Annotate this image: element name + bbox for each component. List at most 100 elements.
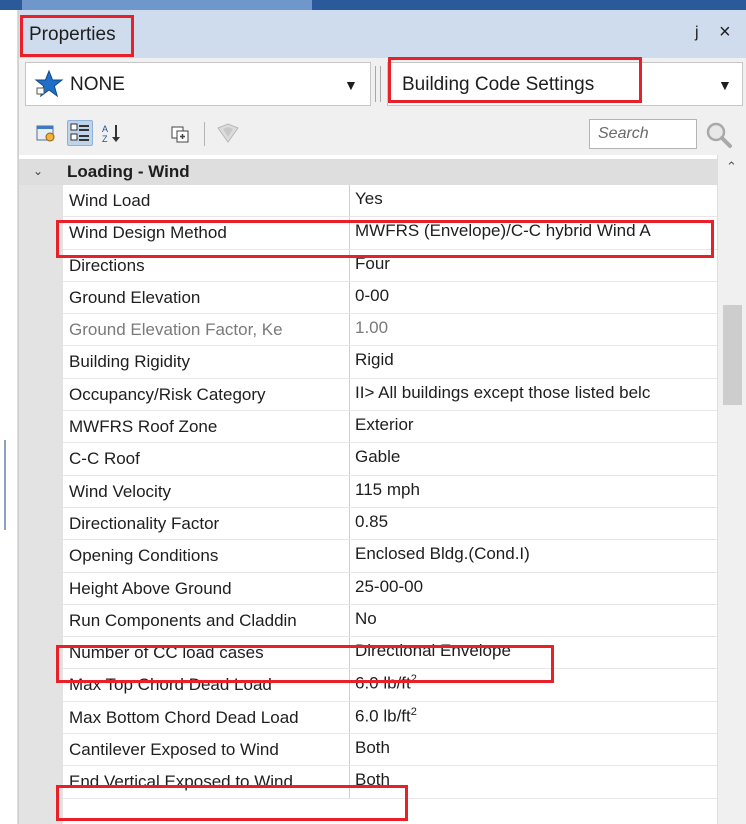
property-row[interactable]: C-C Roof Gable (63, 443, 717, 476)
splitter-grip[interactable] (375, 66, 381, 102)
property-row[interactable]: Opening Conditions Enclosed Bldg.(Cond.I) (63, 540, 717, 573)
property-row[interactable]: Max Top Chord Dead Load 6.0 lb/ft2 (63, 669, 717, 702)
property-value[interactable]: MWFRS (Envelope)/C-C hybrid Wind A (355, 221, 715, 241)
chevron-down-icon[interactable]: ▼ (718, 77, 732, 93)
property-row[interactable]: Ground Elevation Factor, Ke 1.00 (63, 314, 717, 347)
properties-toolbar: A Z (19, 110, 746, 152)
property-value[interactable]: Enclosed Bldg.(Cond.I) (355, 544, 715, 564)
search-field[interactable] (589, 119, 697, 149)
property-row[interactable]: Run Components and Claddin No (63, 604, 717, 638)
property-value[interactable]: 1.00 (355, 318, 715, 338)
column-divider[interactable] (349, 217, 350, 249)
object-selector-dropdown[interactable]: NONE ▼ (25, 62, 371, 106)
property-row[interactable]: End Vertical Exposed to Wind Both (63, 766, 717, 799)
column-divider[interactable] (349, 734, 350, 766)
property-value[interactable]: 115 mph (355, 480, 715, 500)
property-row[interactable]: MWFRS Roof Zone Exterior (63, 411, 717, 444)
property-row[interactable]: Directions Four (63, 249, 717, 282)
property-value[interactable]: 6.0 lb/ft2 (355, 706, 715, 727)
property-name: Directions (69, 255, 145, 275)
pin-icon[interactable]: ј (695, 24, 699, 42)
unit-superscript: 2 (410, 705, 417, 718)
column-divider[interactable] (349, 540, 350, 572)
column-divider[interactable] (349, 572, 350, 604)
column-divider[interactable] (349, 443, 350, 475)
property-row[interactable]: Building Rigidity Rigid (63, 346, 717, 379)
property-name: Building Rigidity (69, 352, 190, 372)
property-value[interactable]: No (355, 609, 715, 629)
property-value-text: 115 mph (355, 479, 420, 499)
property-value[interactable]: Both (355, 770, 715, 790)
category-row[interactable]: ⌄ Loading - Wind (19, 159, 717, 185)
column-divider[interactable] (349, 766, 350, 798)
unit-superscript: 2 (410, 673, 417, 686)
property-value[interactable]: Both (355, 738, 715, 758)
alphabetical-sort-icon[interactable]: A Z (99, 120, 125, 146)
svg-text:Z: Z (102, 134, 108, 144)
column-divider[interactable] (349, 475, 350, 507)
property-name: Number of CC load cases (69, 643, 264, 663)
settings-selector-dropdown[interactable]: Building Code Settings ▼ (387, 62, 743, 106)
column-divider[interactable] (349, 249, 350, 281)
property-value[interactable]: Rigid (355, 350, 715, 370)
column-divider[interactable] (349, 281, 350, 314)
property-row[interactable]: Wind Velocity 115 mph (63, 475, 717, 508)
property-value-text: Yes (355, 189, 383, 208)
column-divider[interactable] (349, 185, 350, 217)
chevron-down-icon[interactable]: ⌄ (33, 164, 43, 178)
column-divider[interactable] (349, 346, 350, 378)
column-divider[interactable] (349, 701, 350, 734)
property-value-text: Enclosed Bldg.(Cond.I) (355, 544, 530, 564)
property-value-text: 0.85 (355, 511, 389, 531)
tab-strip-segment (22, 0, 312, 10)
property-name: Wind Design Method (69, 223, 227, 243)
close-icon[interactable]: × (719, 21, 731, 44)
toolbar-separator (204, 122, 205, 146)
property-row[interactable]: Wind Load Yes (63, 185, 717, 218)
property-row[interactable]: Occupancy/Risk Category II> All buildings… (63, 378, 717, 412)
property-value[interactable]: Exterior (355, 415, 715, 435)
property-value[interactable]: Yes (355, 189, 715, 209)
property-value[interactable]: Directional Envelope (355, 641, 715, 661)
property-row[interactable]: Cantilever Exposed to Wind Both (63, 734, 717, 767)
property-value[interactable]: 0.85 (355, 512, 715, 532)
vertical-scrollbar[interactable]: ⌃ (717, 155, 746, 824)
column-divider[interactable] (349, 669, 350, 701)
property-value[interactable]: 25-00-00 (355, 577, 715, 597)
property-pages-icon[interactable] (33, 120, 59, 146)
column-divider[interactable] (349, 507, 350, 540)
property-name: Run Components and Claddin (69, 610, 297, 630)
search-icon[interactable] (705, 121, 733, 149)
property-row[interactable]: Wind Design Method MWFRS (Envelope)/C-C h… (63, 217, 717, 250)
categorized-view-icon[interactable] (67, 120, 93, 146)
column-divider[interactable] (349, 411, 350, 443)
property-row[interactable]: Height Above Ground 25-00-00 (63, 572, 717, 605)
property-pages-glyph (36, 125, 55, 142)
column-divider[interactable] (349, 604, 350, 637)
property-value-text: 25-00-00 (355, 576, 424, 596)
property-grid: ⌄ Loading - Wind Wind Load Yes Wind Design… (19, 155, 717, 824)
scroll-up-icon[interactable]: ⌃ (726, 159, 737, 175)
property-name: Opening Conditions (69, 546, 219, 566)
left-dock-strip (0, 10, 18, 824)
property-value[interactable]: 6.0 lb/ft2 (355, 673, 715, 694)
chevron-down-icon[interactable]: ▼ (344, 77, 358, 93)
column-divider[interactable] (349, 378, 350, 411)
column-divider[interactable] (349, 314, 350, 346)
property-value[interactable]: Gable (355, 447, 715, 467)
object-selector-value: NONE (70, 74, 125, 95)
property-value[interactable]: II> All buildings except those listed be… (355, 383, 715, 403)
search-input[interactable] (590, 120, 696, 148)
property-name: Wind Load (69, 191, 151, 210)
property-row[interactable]: Ground Elevation 0-00 (63, 281, 717, 315)
property-row[interactable]: Max Bottom Chord Dead Load 6.0 lb/ft2 (63, 701, 717, 735)
property-value-text: Four (355, 253, 390, 273)
expand-all-icon[interactable] (167, 120, 193, 146)
property-name: Max Top Chord Dead Load (69, 675, 272, 695)
property-value[interactable]: Four (355, 254, 715, 274)
column-divider[interactable] (349, 637, 350, 669)
property-row[interactable]: Number of CC load cases Directional Envel… (63, 637, 717, 670)
property-row[interactable]: Directionality Factor 0.85 (63, 507, 717, 541)
property-value[interactable]: 0-00 (355, 286, 715, 306)
scroll-thumb[interactable] (723, 305, 742, 405)
